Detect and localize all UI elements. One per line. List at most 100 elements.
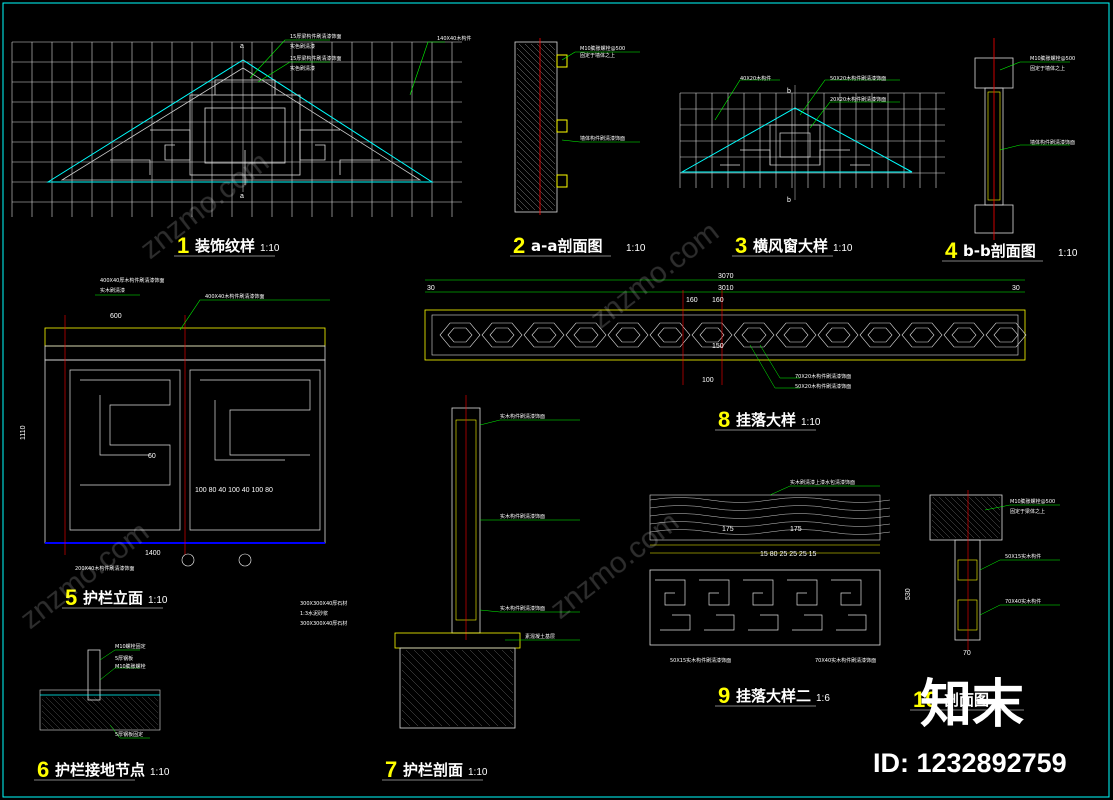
svg-text:400X40木构件刷清漆饰面: 400X40木构件刷清漆饰面 <box>205 293 264 300</box>
detail-number: 7 <box>385 757 397 782</box>
detail-title: 横风窗大样 <box>753 237 828 255</box>
detail-title: 护栏接地节点 <box>55 761 145 779</box>
dim-label-160-a: 160 <box>686 297 698 304</box>
watermark-text-4: znzmo.com <box>14 515 155 635</box>
cad-drawing-sheet: a a 15厚梁构件刷清漆饰面 实色刷清漆 15厚梁构件刷清漆饰面 实色刷清漆 … <box>0 0 1113 800</box>
detail-title: 装饰纹样 <box>194 237 255 255</box>
svg-text:M10膨胀螺栓@500: M10膨胀螺栓@500 <box>1030 55 1075 62</box>
detail-2-section: M10膨胀螺栓@500 固定于墙体之上 墙体构件刷清漆饰面 <box>514 38 640 215</box>
dim-label-1110: 1110 <box>20 425 27 440</box>
detail-title-9: 9 挂落大样二 1:6 <box>715 683 830 708</box>
lattice-8 <box>439 322 1027 348</box>
svg-text:300X300X40厚石材: 300X300X40厚石材 <box>300 600 347 607</box>
svg-text:M10膨胀螺栓@500: M10膨胀螺栓@500 <box>580 45 625 52</box>
svg-text:实木构件刷清漆饰面: 实木构件刷清漆饰面 <box>500 413 545 420</box>
svg-text:15厚梁构件刷清漆饰面: 15厚梁构件刷清漆饰面 <box>290 33 341 40</box>
svg-text:实色刷清漆: 实色刷清漆 <box>290 65 315 72</box>
svg-text:M10螺栓固定: M10螺栓固定 <box>115 643 146 650</box>
detail-number: 2 <box>513 233 525 258</box>
svg-text:b: b <box>787 88 791 95</box>
detail-scale: 1:10 <box>1058 248 1078 259</box>
fret-9 <box>655 579 867 631</box>
svg-text:15厚梁构件刷清漆饰面: 15厚梁构件刷清漆饰面 <box>290 55 341 62</box>
watermark-id: ID: 1232892759 <box>873 748 1067 778</box>
dims-5: 600 1110 100 80 40 100 40 100 80 60 1400 <box>20 313 273 557</box>
detail-number: 4 <box>945 238 958 263</box>
svg-text:实木刷清漆上漆水包清漆饰面: 实木刷清漆上漆水包清漆饰面 <box>790 479 855 486</box>
dim-label-3010: 3010 <box>718 285 734 292</box>
detail-9-fascia-two: 实木刷清漆上漆水包清漆饰面 50X15实木构件刷清漆饰面 70X40实木构件刷清… <box>649 479 891 664</box>
detail-title: 护栏立面 <box>83 589 143 607</box>
hatch-7 <box>401 649 514 727</box>
svg-text:70X40实木构件刷清漆饰面: 70X40实木构件刷清漆饰面 <box>815 657 876 664</box>
detail-scale: 1:6 <box>816 693 830 704</box>
svg-text:实色刷清漆: 实色刷清漆 <box>290 43 315 50</box>
svg-text:墙体构件刷清漆饰面: 墙体构件刷清漆饰面 <box>580 135 625 142</box>
dim-label-30-right: 30 <box>1012 285 1020 292</box>
svg-text:固定于梁体之上: 固定于梁体之上 <box>1010 508 1045 515</box>
detail-scale: 1:10 <box>833 243 853 254</box>
svg-text:实木刷清漆: 实木刷清漆 <box>100 287 125 294</box>
svg-text:M10膨胀螺栓: M10膨胀螺栓 <box>115 663 146 670</box>
detail-title: 挂落大样二 <box>736 687 811 705</box>
detail-10-section: M10膨胀螺栓@500 固定于梁体之上 50X15实木构件 70X40实木构件 <box>929 490 1060 650</box>
svg-text:50X20木构件刷清漆饰面: 50X20木构件刷清漆饰面 <box>830 75 886 82</box>
dim-label-cell: 60 <box>148 453 156 460</box>
svg-text:70X40实木构件: 70X40实木构件 <box>1005 598 1041 605</box>
svg-text:5厚钢板固定: 5厚钢板固定 <box>115 731 143 738</box>
svg-text:M10膨胀螺栓@500: M10膨胀螺栓@500 <box>1010 498 1055 505</box>
detail-scale: 1:10 <box>260 243 280 254</box>
detail-4-section: M10膨胀螺栓@500 固定于墙体之上 墙体构件刷清漆饰面 <box>974 38 1075 240</box>
dim-label-100: 100 <box>702 377 714 384</box>
svg-text:140X40木构件: 140X40木构件 <box>437 35 471 42</box>
dim-label-530: 530 <box>905 588 912 600</box>
svg-text:300X300X40厚石材: 300X300X40厚石材 <box>300 620 347 627</box>
svg-text:实木构件刷清漆饰面: 实木构件刷清漆饰面 <box>500 605 545 612</box>
svg-text:400X40厚木构件刷清漆饰面: 400X40厚木构件刷清漆饰面 <box>100 277 164 284</box>
detail-5-railing-elevation: 600 1110 100 80 40 100 40 100 80 60 1400 400… <box>20 277 330 572</box>
svg-text:20X20木构件刷清漆饰面: 20X20木构件刷清漆饰面 <box>830 96 886 103</box>
grid-3 <box>679 92 945 188</box>
dim-label-160-b: 160 <box>712 297 724 304</box>
svg-text:素混凝土基层: 素混凝土基层 <box>525 633 555 640</box>
detail-7-railing-section: 实木构件刷清漆饰面 实木构件刷清漆饰面 实木构件刷清漆饰面 素混凝土基层 300… <box>300 395 580 729</box>
detail-number: 3 <box>735 233 747 258</box>
dim-label-row: 100 80 40 100 40 100 80 <box>195 487 273 494</box>
svg-text:50X15实木构件: 50X15实木构件 <box>1005 553 1041 560</box>
watermark-layer: znzmo.com znzmo.com znzmo.com znzmo.com <box>14 145 725 635</box>
dim-label-30-left: 30 <box>427 285 435 292</box>
detail-title: 挂落大样 <box>736 411 796 429</box>
watermark-text-2: znzmo.com <box>584 215 725 335</box>
detail-3-transom: b b 40X20木构件 50X20木构件刷清漆饰面 20X20木构件刷清漆饰面 <box>679 75 945 204</box>
detail-title: b-b剖面图 <box>963 242 1036 260</box>
dim-label-600: 600 <box>110 313 122 320</box>
detail-title-6: 6 护栏接地节点 1:10 <box>34 757 170 782</box>
detail-number: 6 <box>37 757 49 782</box>
detail-title-8: 8 挂落大样 1:10 <box>715 407 821 432</box>
detail-number: 8 <box>718 407 730 432</box>
svg-text:1:3水泥砂浆: 1:3水泥砂浆 <box>300 610 328 617</box>
dim-label-150: 150 <box>712 343 724 350</box>
dim-label-175-a: 175 <box>722 526 734 533</box>
drawing-svg: a a 15厚梁构件刷清漆饰面 实色刷清漆 15厚梁构件刷清漆饰面 实色刷清漆 … <box>2 2 1110 798</box>
hatch-6 <box>41 696 159 730</box>
dim-label-1400: 1400 <box>145 550 161 557</box>
detail-number: 9 <box>718 683 730 708</box>
detail-title-4: 4 b-b剖面图 1:10 <box>942 238 1078 263</box>
detail-6-ground-node: M10螺栓固定 5厚钢板 M10膨胀螺栓 5厚钢板固定 <box>39 643 161 739</box>
detail-scale: 1:10 <box>801 417 821 428</box>
svg-text:50X15实木构件刷清漆饰面: 50X15实木构件刷清漆饰面 <box>670 657 731 664</box>
svg-text:固定于墙体之上: 固定于墙体之上 <box>580 52 615 59</box>
detail-scale: 1:10 <box>148 595 168 606</box>
dim-label-9-row: 15 80 25 25 25 15 <box>760 551 817 558</box>
svg-text:a: a <box>240 43 244 50</box>
watermark-text-3: znzmo.com <box>544 505 685 625</box>
svg-text:实木构件刷清漆饰面: 实木构件刷清漆饰面 <box>500 513 545 520</box>
svg-text:40X20木构件: 40X20木构件 <box>740 75 771 82</box>
dim-label-70: 70 <box>963 650 971 657</box>
svg-text:b: b <box>787 197 791 204</box>
dim-label-175-b: 175 <box>790 526 802 533</box>
dim-label-3070: 3070 <box>718 273 734 280</box>
svg-text:固定于墙体之上: 固定于墙体之上 <box>1030 65 1065 72</box>
svg-text:墙体构件刷清漆饰面: 墙体构件刷清漆饰面 <box>1030 139 1075 146</box>
